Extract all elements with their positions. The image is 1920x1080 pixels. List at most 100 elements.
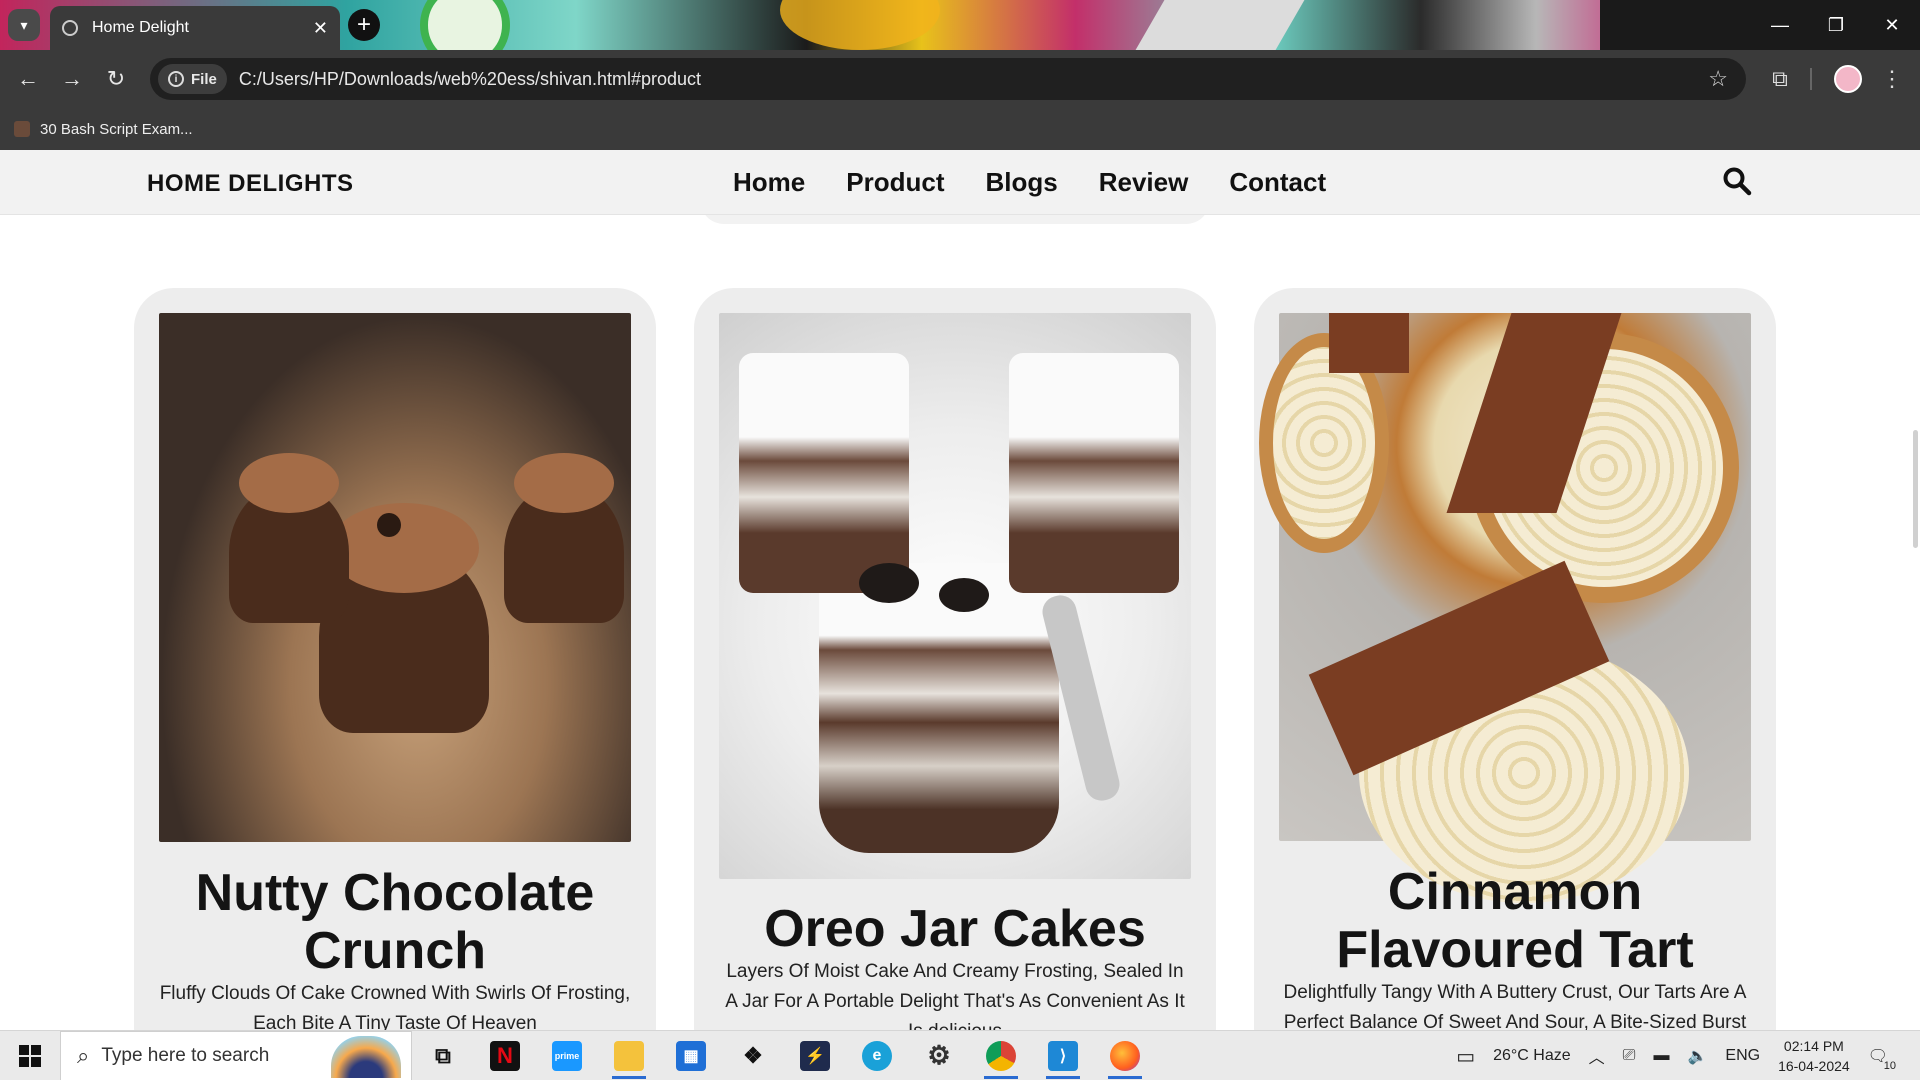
battery-icon[interactable]: ▬	[1653, 1047, 1669, 1065]
nav-review[interactable]: Review	[1099, 167, 1189, 198]
product-title: Nutty Chocolate Crunch	[195, 864, 595, 980]
vscode-icon: ⟩	[1048, 1040, 1078, 1071]
weather-text[interactable]: 26°C Haze	[1493, 1047, 1571, 1065]
clock[interactable]: 02:14 PM 16-04-2024	[1778, 1036, 1850, 1076]
arrow-right-icon: →	[61, 66, 83, 91]
new-tab-button[interactable]: +	[348, 9, 380, 41]
url-text[interactable]: C:/Users/HP/Downloads/web%20ess/shivan.h…	[239, 69, 701, 90]
notification-count: 10	[1883, 1060, 1896, 1072]
taskbar-app-store[interactable]: ▦	[660, 1031, 722, 1080]
taskbar-app-settings[interactable]: ⚙	[908, 1031, 970, 1080]
taskbar-app-chrome[interactable]	[970, 1031, 1032, 1080]
taskbar-app-vscode[interactable]: ⟩	[1032, 1031, 1094, 1080]
taskbar-app-prime-video[interactable]: prime	[536, 1031, 598, 1080]
restore-icon: ❐	[1827, 14, 1845, 35]
clock-date: 16-04-2024	[1778, 1058, 1850, 1074]
site-search-button[interactable]	[1722, 166, 1754, 198]
profile-button[interactable]	[1828, 58, 1868, 100]
chrome-icon	[986, 1040, 1016, 1071]
network-icon[interactable]: ⎚	[1623, 1047, 1636, 1065]
folder-icon	[614, 1040, 644, 1071]
start-button[interactable]	[0, 1031, 60, 1080]
prime-video-icon: prime	[552, 1040, 582, 1071]
product-card[interactable]: Oreo Jar Cakes Layers Of Moist Cake And …	[694, 288, 1216, 1068]
toolbar-divider	[1810, 68, 1812, 90]
taskbar-app-file-explorer[interactable]	[598, 1031, 660, 1080]
terminal-icon: ⚡	[800, 1040, 830, 1071]
browser-tab-strip: ▾ Home Delight ✕ + — ❐ ✕	[0, 0, 1920, 50]
close-window-button[interactable]: ✕	[1864, 0, 1920, 50]
task-view-icon: ⧉	[435, 1042, 451, 1068]
plus-icon: +	[356, 11, 371, 38]
reload-icon: ↻	[106, 66, 126, 91]
product-image-tarts	[1259, 313, 1751, 903]
puzzle-icon: ⧉	[1772, 66, 1788, 91]
nav-product[interactable]: Product	[846, 167, 944, 198]
gear-icon: ⚙	[927, 1040, 951, 1070]
site-header: HOME DELIGHTS Home Product Blogs Review …	[0, 150, 1920, 215]
wallpaper-art	[1129, 0, 1311, 50]
taskbar-search[interactable]: ⌕ Type here to search	[60, 1030, 412, 1080]
tab-search-button[interactable]: ▾	[8, 9, 40, 41]
bookmark-star-icon[interactable]: ☆	[1708, 66, 1728, 92]
weather-icon: ▭	[1456, 1045, 1476, 1068]
site-info-chip[interactable]: i File	[158, 64, 227, 94]
site-brand[interactable]: HOME DELIGHTS	[147, 170, 354, 198]
info-icon: i	[168, 71, 184, 87]
menu-button[interactable]: ⋮	[1874, 58, 1910, 100]
edge-icon: e	[862, 1040, 892, 1071]
taskbar-search-placeholder: Type here to search	[101, 1044, 270, 1066]
kebab-menu-icon: ⋮	[1881, 66, 1903, 91]
product-section: Nutty Chocolate Crunch Fluffy Clouds Of …	[0, 288, 1920, 1068]
minimize-button[interactable]: —	[1752, 0, 1808, 50]
browser-tab-active[interactable]: Home Delight ✕	[50, 6, 340, 50]
browser-toolbar: ← → ↻ i File C:/Users/HP/Downloads/web%2…	[0, 50, 1920, 108]
product-title: Oreo Jar Cakes	[764, 900, 1146, 958]
taskbar-app-netflix[interactable]: N	[474, 1031, 536, 1080]
nav-blogs[interactable]: Blogs	[985, 167, 1057, 198]
volume-icon[interactable]: 🔈	[1687, 1046, 1707, 1066]
bookmark-favicon-icon	[14, 121, 30, 137]
bookmarks-bar: 30 Bash Script Exam...	[0, 108, 1920, 150]
bookmark-item[interactable]: 30 Bash Script Exam...	[40, 121, 193, 138]
reload-button[interactable]: ↻	[94, 57, 138, 101]
avatar	[1834, 65, 1862, 93]
windows-logo-icon	[19, 1044, 41, 1067]
nav-home[interactable]: Home	[733, 167, 805, 198]
tab-title: Home Delight	[92, 19, 189, 36]
notification-button[interactable]: 🗨 10	[1868, 1046, 1906, 1072]
taskbar-app-dropbox[interactable]: ❖	[722, 1031, 784, 1080]
back-button[interactable]: ←	[6, 57, 50, 101]
wallpaper-art	[420, 0, 510, 50]
dropbox-icon: ❖	[743, 1042, 763, 1068]
product-title: Cinnamon Flavoured Tart	[1336, 863, 1694, 979]
product-card[interactable]: Nutty Chocolate Crunch Fluffy Clouds Of …	[134, 288, 656, 1068]
close-tab-icon[interactable]: ✕	[313, 18, 328, 39]
search-icon	[1723, 167, 1752, 196]
taskbar-app-powershell[interactable]: ⚡	[784, 1031, 846, 1080]
firefox-icon	[1110, 1040, 1140, 1071]
product-description: Delightfully Tangy With A Buttery Crust,…	[1283, 982, 1747, 1033]
product-card[interactable]: Cinnamon Flavoured Tart Delightfully Tan…	[1254, 288, 1776, 1068]
close-icon: ✕	[1884, 14, 1900, 35]
wallpaper-art	[780, 0, 940, 50]
forward-button[interactable]: →	[50, 57, 94, 101]
minimize-icon: —	[1771, 14, 1789, 35]
task-view-button[interactable]: ⧉	[412, 1031, 474, 1080]
chevron-up-icon[interactable]: ︿	[1589, 1044, 1605, 1068]
site-info-label: File	[191, 70, 217, 88]
extensions-button[interactable]: ⧉	[1760, 58, 1800, 100]
taskbar-app-firefox[interactable]	[1094, 1031, 1156, 1080]
store-icon: ▦	[676, 1040, 706, 1071]
product-image-cupcakes	[159, 313, 631, 842]
search-icon: ⌕	[77, 1042, 90, 1068]
taskbar-app-edge[interactable]: e	[846, 1031, 908, 1080]
product-image-oreo-jars	[719, 313, 1191, 879]
address-bar[interactable]: i File C:/Users/HP/Downloads/web%20ess/s…	[150, 58, 1746, 100]
page-scrollbar[interactable]	[1913, 430, 1918, 548]
nav-contact[interactable]: Contact	[1229, 167, 1326, 198]
arrow-left-icon: ←	[17, 66, 39, 91]
language-indicator[interactable]: ENG	[1725, 1047, 1760, 1065]
restore-button[interactable]: ❐	[1808, 0, 1864, 50]
clock-time: 02:14 PM	[1783, 1038, 1844, 1054]
